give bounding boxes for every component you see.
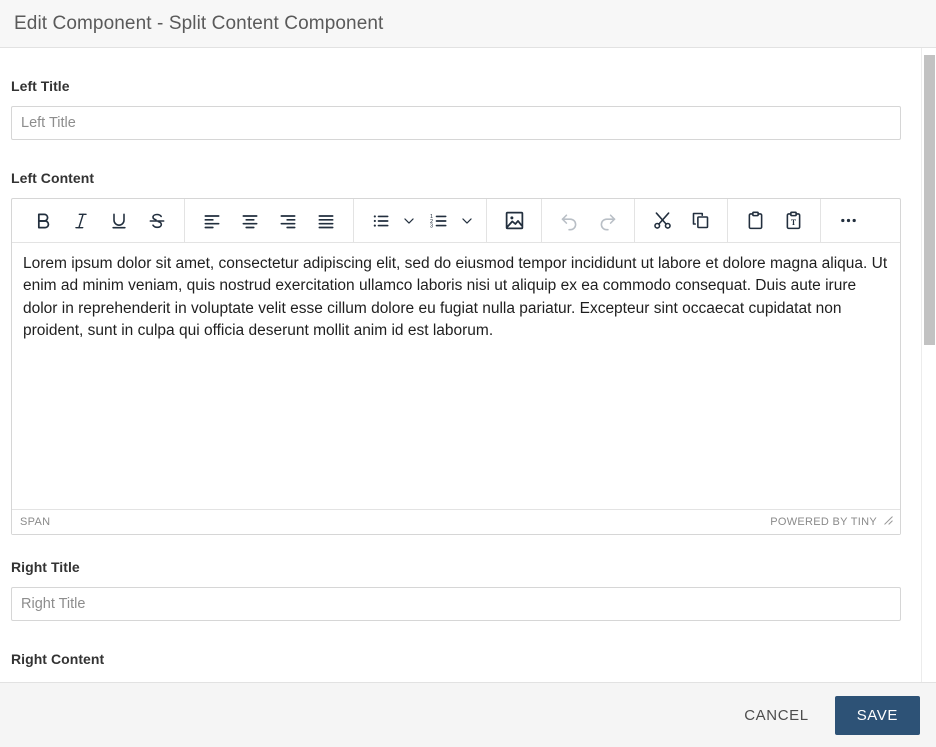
editor-paragraph: Lorem ipsum dolor sit amet, consectetur … [23, 255, 888, 340]
bullet-list-icon [371, 211, 391, 231]
dialog-title: Edit Component - Split Content Component [14, 12, 384, 34]
underline-icon [109, 211, 129, 231]
redo-icon [597, 210, 618, 231]
paste-button[interactable] [740, 206, 770, 236]
right-title-input[interactable] [11, 587, 901, 621]
scissors-icon [652, 210, 673, 231]
edit-component-dialog: Edit Component - Split Content Component… [0, 0, 936, 747]
image-icon [504, 210, 525, 231]
align-right-button[interactable] [273, 206, 303, 236]
toolbar-group-alignment [184, 199, 353, 242]
align-justify-icon [316, 211, 336, 231]
chevron-down-icon [402, 214, 416, 228]
strikethrough-icon [147, 211, 167, 231]
align-center-button[interactable] [235, 206, 265, 236]
editor-toolbar: 1 2 3 T [12, 199, 900, 243]
dialog-footer: CANCEL SAVE [0, 682, 936, 747]
toolbar-group-clipboard [634, 199, 727, 242]
bullet-list-button[interactable] [366, 206, 396, 236]
cut-button[interactable] [647, 206, 677, 236]
scrollbar-thumb[interactable] [924, 55, 935, 345]
left-content-label: Left Content [11, 170, 95, 186]
save-button[interactable]: SAVE [834, 695, 920, 735]
clipboard-icon [745, 210, 766, 231]
editor-content-area[interactable]: Lorem ipsum dolor sit amet, consectetur … [12, 243, 900, 509]
rich-text-editor: 1 2 3 T Lorem ipsum dolor sit amet, cons… [11, 198, 901, 535]
editor-statusbar: SPAN POWERED BY TINY [12, 509, 900, 534]
dialog-body: Left Title Left Content [0, 48, 921, 682]
copy-button[interactable] [685, 206, 715, 236]
strikethrough-button[interactable] [142, 206, 172, 236]
numbered-list-icon: 1 2 3 [429, 211, 449, 231]
italic-button[interactable] [66, 206, 96, 236]
toolbar-group-more [820, 199, 875, 242]
bold-icon [33, 211, 53, 231]
align-left-icon [202, 211, 222, 231]
numbered-list-button[interactable]: 1 2 3 [424, 206, 454, 236]
align-left-button[interactable] [197, 206, 227, 236]
dialog-header: Edit Component - Split Content Component [0, 0, 936, 48]
field-right-title: Right Title [11, 559, 910, 621]
statusbar-right: POWERED BY TINY [770, 513, 894, 531]
toolbar-group-image [486, 199, 541, 242]
redo-button[interactable] [592, 206, 622, 236]
insert-image-button[interactable] [499, 206, 529, 236]
tiny-branding[interactable]: POWERED BY TINY [770, 516, 877, 528]
align-right-icon [278, 211, 298, 231]
toolbar-group-formatting [16, 199, 184, 242]
undo-button[interactable] [554, 206, 584, 236]
left-title-input[interactable] [11, 106, 901, 140]
toolbar-group-lists: 1 2 3 [353, 199, 486, 242]
toolbar-group-paste: T [727, 199, 820, 242]
more-button[interactable] [833, 206, 863, 236]
svg-text:T: T [790, 218, 796, 227]
underline-button[interactable] [104, 206, 134, 236]
paste-as-text-button[interactable]: T [778, 206, 808, 236]
vertical-scrollbar[interactable] [921, 48, 936, 682]
numbered-list-options-button[interactable] [458, 206, 476, 236]
field-left-title: Left Title [11, 78, 910, 140]
undo-icon [559, 210, 580, 231]
bold-button[interactable] [28, 206, 58, 236]
chevron-down-icon [460, 214, 474, 228]
bullet-list-options-button[interactable] [400, 206, 418, 236]
right-content-label: Right Content [11, 651, 105, 667]
field-left-content: Left Content 1 2 3 T Lorem ipsum dolor s… [11, 170, 910, 535]
clipboard-text-icon: T [783, 210, 804, 231]
toolbar-group-history [541, 199, 634, 242]
ellipsis-icon [838, 210, 859, 231]
copy-icon [690, 210, 711, 231]
right-title-label: Right Title [11, 559, 80, 575]
align-justify-button[interactable] [311, 206, 341, 236]
element-path[interactable]: SPAN [20, 516, 50, 528]
resize-handle-icon[interactable] [883, 513, 894, 531]
cancel-button[interactable]: CANCEL [728, 697, 824, 734]
italic-icon [71, 211, 91, 231]
field-right-content: Right Content [11, 651, 910, 667]
left-title-label: Left Title [11, 78, 70, 94]
svg-text:3: 3 [430, 223, 433, 229]
align-center-icon [240, 211, 260, 231]
